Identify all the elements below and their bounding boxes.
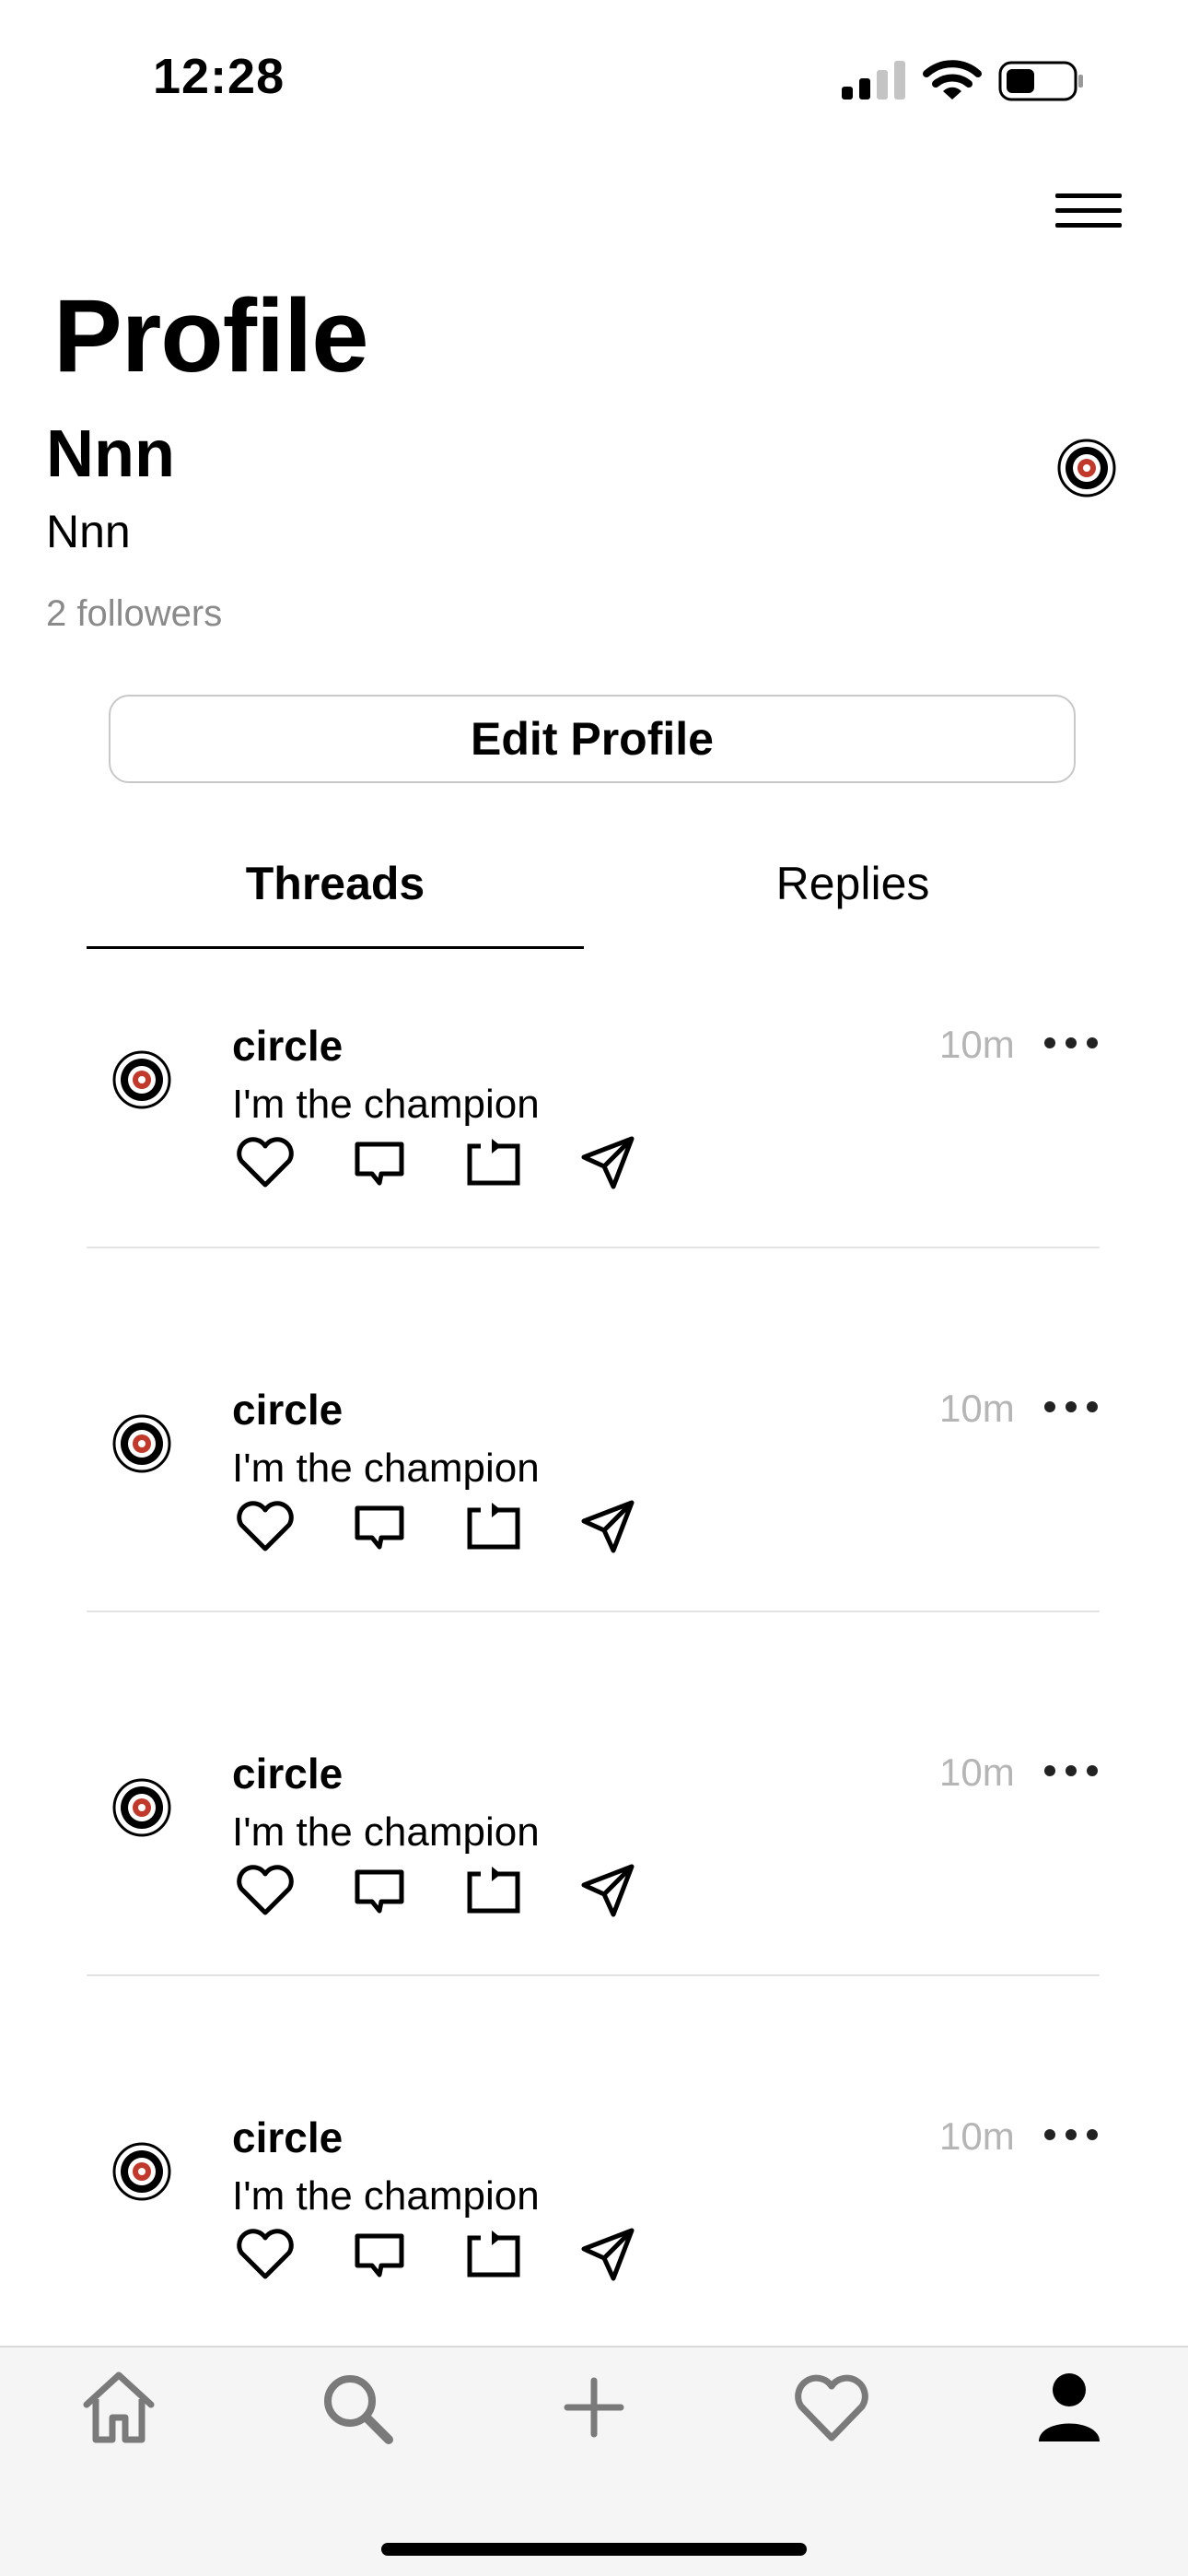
post-author[interactable]: circle [232, 1021, 343, 1071]
post-content: I'm the champion [232, 1446, 540, 1491]
display-name: Nnn [46, 417, 175, 491]
heart-icon[interactable] [232, 1857, 298, 1924]
home-icon[interactable] [77, 2366, 160, 2449]
post-time: 10m [939, 2114, 1015, 2158]
edit-profile-button[interactable]: Edit Profile [109, 695, 1076, 783]
heart-icon[interactable] [790, 2366, 873, 2449]
plus-icon[interactable] [553, 2366, 635, 2449]
more-icon[interactable] [1042, 1387, 1100, 1427]
divider [87, 1610, 1100, 1612]
page-title: Profile [53, 278, 369, 393]
repost-icon[interactable] [460, 1493, 527, 1560]
avatar[interactable] [112, 1050, 171, 1109]
post-content: I'm the champion [232, 1809, 540, 1855]
status-time: 12:28 [153, 49, 285, 104]
post: circle 10m I'm the champion [87, 1350, 1100, 1714]
send-icon[interactable] [575, 2221, 641, 2288]
followers-count[interactable]: 2 followers [46, 593, 222, 635]
send-icon[interactable] [575, 1493, 641, 1560]
divider [87, 1974, 1100, 1976]
more-icon[interactable] [1042, 1023, 1100, 1063]
post: circle 10m I'm the champion [87, 986, 1100, 1350]
tab-threads[interactable]: Threads [87, 857, 584, 949]
avatar[interactable] [112, 1778, 171, 1837]
repost-icon[interactable] [460, 2221, 527, 2288]
avatar[interactable] [112, 2142, 171, 2201]
comment-icon[interactable] [346, 1493, 413, 1560]
post-time: 10m [939, 1387, 1015, 1430]
username: Nnn [46, 506, 131, 557]
tab-replies[interactable]: Replies [604, 857, 1101, 949]
cellular-signal-icon [842, 61, 905, 100]
comment-icon[interactable] [346, 2221, 413, 2288]
heart-icon[interactable] [232, 1130, 298, 1196]
post-author[interactable]: circle [232, 1385, 343, 1434]
send-icon[interactable] [575, 1857, 641, 1924]
home-indicator [381, 2543, 807, 2556]
menu-icon[interactable] [1050, 184, 1124, 240]
search-icon[interactable] [315, 2366, 398, 2449]
post-time: 10m [939, 1751, 1015, 1794]
post-author[interactable]: circle [232, 1749, 343, 1798]
divider [87, 1247, 1100, 1248]
avatar[interactable] [112, 1414, 171, 1473]
heart-icon[interactable] [232, 1493, 298, 1560]
battery-icon [998, 61, 1083, 101]
post-author[interactable]: circle [232, 2113, 343, 2162]
wifi-icon [923, 60, 982, 100]
repost-icon[interactable] [460, 1857, 527, 1924]
avatar[interactable] [1057, 439, 1116, 498]
profile-icon[interactable] [1028, 2366, 1111, 2449]
post-content: I'm the champion [232, 1082, 540, 1127]
post: circle 10m I'm the champion [87, 1714, 1100, 2078]
send-icon[interactable] [575, 1130, 641, 1196]
heart-icon[interactable] [232, 2221, 298, 2288]
post-time: 10m [939, 1023, 1015, 1066]
post-content: I'm the champion [232, 2173, 540, 2219]
comment-icon[interactable] [346, 1130, 413, 1196]
repost-icon[interactable] [460, 1130, 527, 1196]
tab-bar [0, 2346, 1188, 2576]
more-icon[interactable] [1042, 1751, 1100, 1791]
more-icon[interactable] [1042, 2114, 1100, 2155]
comment-icon[interactable] [346, 1857, 413, 1924]
